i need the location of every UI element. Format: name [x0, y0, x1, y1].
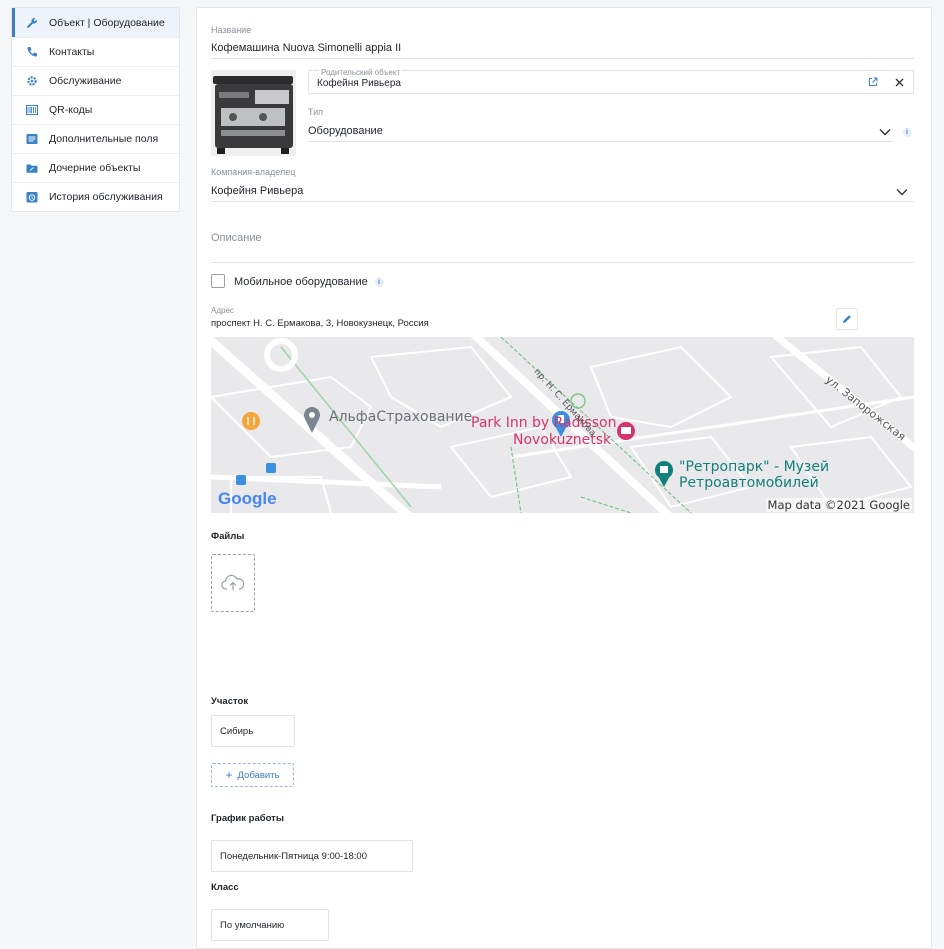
info-icon[interactable]: i [901, 126, 913, 138]
sidebar-item-label: Контакты [49, 46, 95, 58]
map-poi-label: "Ретропарк" - Музей [679, 459, 830, 475]
sidebar-item-contacts[interactable]: Контакты [12, 37, 179, 66]
chevron-down-icon[interactable] [878, 126, 892, 138]
sidebar-item-child-objects[interactable]: Дочерние объекты [12, 153, 179, 182]
schedule-chip[interactable]: Понедельник-Пятница 9:00-18:00 [211, 840, 413, 872]
gear-icon [26, 75, 38, 87]
folder-icon [26, 162, 38, 174]
company-label: Компания-владелец [211, 167, 296, 177]
add-area-button[interactable]: + Добавить [211, 763, 294, 787]
mobile-equipment-label: Мобильное оборудование [234, 276, 368, 288]
sidebar-item-object[interactable]: Объект | Оборудование [12, 8, 179, 37]
area-title: Участок [211, 696, 249, 707]
address-value: проспект Н. С. Ермакова, 3, Новокузнецк,… [211, 318, 429, 329]
map-poi-label: Ретроавтомобилей [679, 475, 819, 491]
sidebar-nav: Объект | Оборудование Контакты Обслужива… [11, 7, 180, 212]
sidebar-item-label: История обслуживания [49, 191, 163, 203]
plus-icon: + [225, 768, 233, 782]
parent-object-field[interactable]: Родительский объект Кофейня Ривьера [308, 68, 914, 94]
schedule-title: График работы [211, 813, 284, 824]
sidebar-item-qr[interactable]: QR-коды [12, 95, 179, 124]
clear-icon[interactable] [893, 76, 905, 88]
map-attribution[interactable]: Map data ©2021 Google [765, 498, 912, 512]
sidebar-item-label: Объект | Оборудование [49, 16, 165, 29]
sidebar-item-extra-fields[interactable]: Дополнительные поля [12, 124, 179, 153]
cloud-upload-icon [221, 574, 245, 590]
list-icon [26, 133, 38, 145]
type-label: Тип [308, 107, 324, 117]
object-form-panel: Название Кофемашина Nuova Simonelli appi… [196, 7, 932, 949]
file-upload-button[interactable] [211, 554, 255, 612]
area-chip[interactable]: Сибирь [211, 715, 295, 747]
name-label: Название [211, 25, 252, 35]
edit-address-button[interactable] [836, 308, 858, 330]
history-icon [26, 191, 38, 203]
name-field[interactable]: Кофемашина Nuova Simonelli appia II [211, 42, 401, 54]
description-underline [211, 262, 914, 263]
class-title: Класс [211, 882, 239, 893]
class-chip[interactable]: По умолчанию [211, 909, 329, 941]
address-label: Адрес [211, 306, 234, 315]
company-select[interactable]: Кофейня Ривьера [211, 185, 303, 197]
files-title: Файлы [211, 531, 245, 542]
sidebar-item-label: Обслуживание [49, 75, 122, 87]
type-select[interactable]: Оборудование [308, 125, 383, 137]
address-map[interactable]: АльфаСтрахование Park Inn by Radisson No… [211, 337, 914, 513]
company-underline [211, 201, 914, 202]
add-area-label: Добавить [237, 769, 280, 781]
sidebar-item-service[interactable]: Обслуживание [12, 66, 179, 95]
sidebar-item-label: Дочерние объекты [49, 162, 141, 174]
map-poi-label: АльфаСтрахование [329, 409, 473, 425]
name-underline [211, 58, 914, 59]
description-field[interactable]: Описание [211, 232, 262, 244]
qr-icon [26, 104, 38, 116]
pencil-icon [843, 315, 851, 323]
open-link-icon[interactable] [867, 76, 879, 88]
equipment-photo[interactable] [211, 70, 296, 156]
chevron-down-icon[interactable] [895, 186, 909, 198]
type-underline [308, 141, 893, 142]
sidebar-item-label: Дополнительные поля [49, 133, 159, 145]
info-icon[interactable]: i [374, 277, 384, 287]
parent-object-value: Кофейня Ривьера [317, 78, 401, 89]
parent-object-label: Родительский объект [319, 68, 403, 77]
google-logo: Google [218, 489, 277, 508]
phone-icon [26, 46, 38, 58]
sidebar-item-label: QR-коды [49, 104, 93, 116]
sidebar-item-service-history[interactable]: История обслуживания [12, 182, 179, 211]
mobile-equipment-checkbox[interactable] [211, 274, 225, 288]
wrench-icon [26, 17, 38, 29]
map-poi-label: Novokuznetsk [513, 432, 612, 448]
